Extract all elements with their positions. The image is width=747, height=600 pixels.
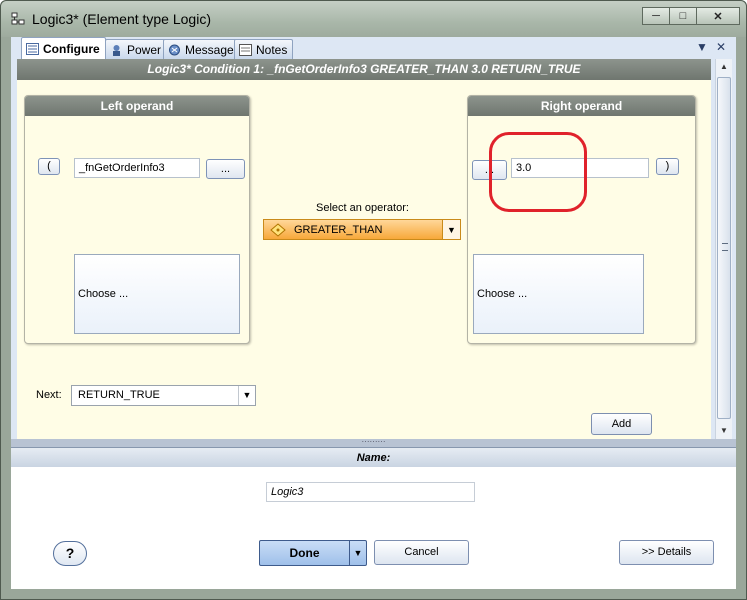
logic-element-dialog: Logic3* (Element type Logic) ─ □ ✕ Confi… [0, 0, 747, 600]
minimize-button[interactable]: ─ [642, 7, 670, 25]
help-button[interactable]: ? [53, 541, 87, 566]
next-select[interactable]: RETURN_TRUE ▼ [71, 385, 256, 406]
left-open-paren-button[interactable]: ( [38, 158, 60, 175]
next-dropdown-icon[interactable]: ▼ [238, 386, 255, 405]
condition-panel: Left operand ( _fnGetOrderInfo3 ... Choo… [17, 80, 711, 439]
tab-message-label: Message [185, 42, 234, 57]
power-icon [113, 44, 120, 56]
minimize-icon: ─ [652, 10, 660, 22]
operator-select[interactable]: GREATER_THAN ▼ [263, 219, 461, 240]
operator-dropdown-icon[interactable]: ▼ [442, 220, 460, 239]
name-field[interactable]: Logic3 [266, 482, 475, 502]
left-operand-field[interactable]: _fnGetOrderInfo3 [74, 158, 200, 178]
condition-header: Logic3* Condition 1: _fnGetOrderInfo3 GR… [17, 59, 711, 80]
done-label: Done [289, 546, 320, 560]
maximize-button[interactable]: □ [669, 7, 697, 25]
window-title: Logic3* (Element type Logic) [32, 11, 211, 27]
scroll-down-icon[interactable]: ▼ [716, 423, 732, 439]
tab-configure[interactable]: Configure [21, 37, 106, 59]
cancel-button[interactable]: Cancel [374, 540, 469, 565]
name-section-header: Name: [11, 447, 736, 467]
right-operand-title: Right operand [468, 96, 695, 116]
right-choose-button[interactable]: Choose ... [473, 254, 644, 334]
tab-notes-label: Notes [256, 42, 288, 57]
right-close-paren-button[interactable]: ) [656, 158, 679, 175]
left-choose-button[interactable]: Choose ... [74, 254, 240, 334]
right-choose-label: Choose ... [477, 288, 528, 300]
left-choose-label: Choose ... [78, 288, 129, 300]
close-button[interactable]: ✕ [696, 7, 740, 25]
notes-icon [239, 43, 252, 56]
title-bar[interactable]: Logic3* (Element type Logic) ─ □ ✕ [1, 1, 746, 37]
tab-notes[interactable]: Notes [234, 39, 294, 59]
app-icon [11, 12, 25, 25]
close-icon: ✕ [713, 10, 723, 23]
add-button[interactable]: Add [591, 413, 652, 435]
vertical-scrollbar[interactable]: ▲ ▼ [715, 59, 732, 439]
tab-strip: Configure Power Message Notes ▼ ✕ [11, 37, 736, 59]
details-button[interactable]: >> Details [619, 540, 714, 565]
scroll-up-icon[interactable]: ▲ [716, 59, 732, 75]
bottom-pane: Logic3 ? Done ▼ Cancel >> Details [11, 467, 736, 589]
done-dropdown-icon[interactable]: ▼ [349, 541, 366, 565]
grip-icon [722, 243, 728, 251]
window-controls: ─ □ ✕ [642, 7, 740, 25]
close-tab-icon[interactable]: ✕ [716, 40, 726, 54]
next-value: RETURN_TRUE [78, 389, 160, 401]
operator-label: Select an operator: [316, 202, 409, 214]
tab-controls: ▼ ✕ [696, 40, 726, 54]
operator-diamond-icon [270, 222, 286, 237]
operator-value: GREATER_THAN [294, 223, 383, 236]
left-browse-button[interactable]: ... [206, 159, 245, 179]
pane-splitter[interactable]: ········· [11, 438, 736, 447]
message-icon [169, 44, 180, 55]
maximize-icon: □ [679, 10, 687, 22]
scroll-thumb[interactable] [717, 77, 731, 419]
done-button[interactable]: Done ▼ [259, 540, 367, 566]
tab-power[interactable]: Power [105, 39, 168, 59]
annotation-highlight [489, 132, 587, 212]
tab-message[interactable]: Message [163, 39, 240, 59]
tab-configure-label: Configure [43, 41, 100, 56]
next-label: Next: [36, 389, 62, 401]
configure-icon [26, 42, 39, 55]
chevron-down-icon[interactable]: ▼ [696, 40, 708, 54]
dialog-body: Configure Power Message Notes ▼ ✕ Logic3… [11, 37, 736, 589]
left-operand-title: Left operand [25, 96, 249, 116]
tab-power-label: Power [127, 42, 162, 57]
